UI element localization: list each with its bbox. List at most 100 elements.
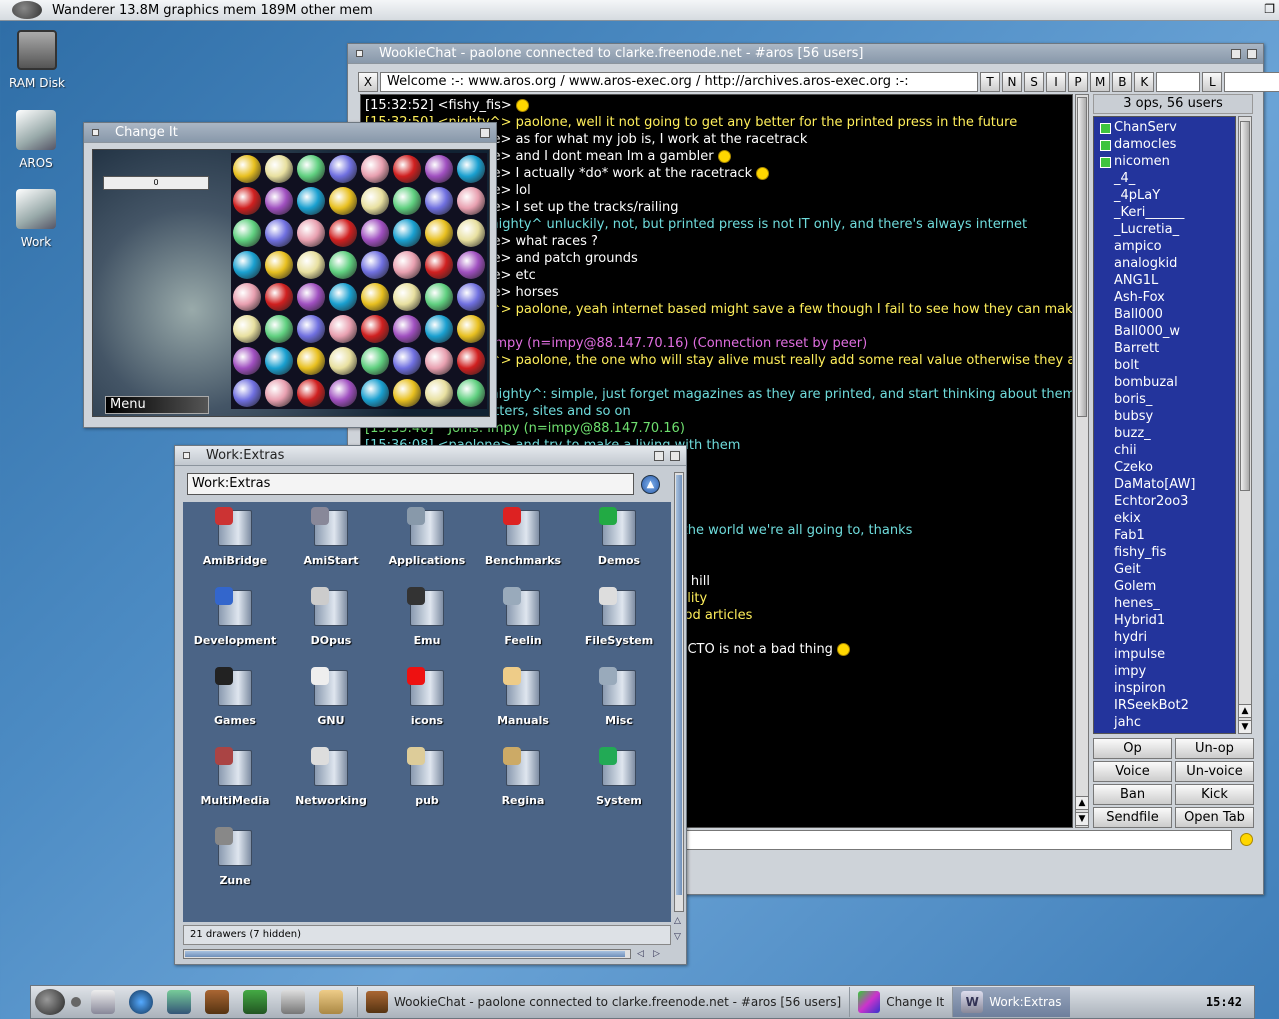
gem[interactable]	[393, 187, 421, 215]
gem[interactable]	[457, 347, 485, 375]
gem[interactable]	[265, 379, 293, 407]
gem[interactable]	[393, 251, 421, 279]
gem[interactable]	[425, 251, 453, 279]
gem[interactable]	[457, 379, 485, 407]
gem[interactable]	[361, 315, 389, 343]
gem[interactable]	[425, 283, 453, 311]
drawer-emu[interactable]: Emu	[379, 587, 475, 670]
user-list-item[interactable]: jahc	[1094, 714, 1235, 731]
gem[interactable]	[265, 155, 293, 183]
drawer-applications[interactable]: Applications	[379, 507, 475, 590]
message-input[interactable]	[683, 830, 1232, 850]
gem[interactable]	[361, 283, 389, 311]
drawer-amistart[interactable]: AmiStart	[283, 507, 379, 590]
op-button[interactable]: Op	[1093, 738, 1172, 759]
drawer-icons[interactable]: icons	[379, 667, 475, 750]
user-list-item[interactable]: _Keri______	[1094, 204, 1235, 221]
task-wookiechat[interactable]: WookieChat - paolone connected to clarke…	[357, 987, 849, 1017]
user-list-item[interactable]: impy	[1094, 663, 1235, 680]
scroll-right-arrow-icon[interactable]: ▷	[653, 949, 660, 959]
drawer-benchmarks[interactable]: Benchmarks	[475, 507, 571, 590]
sendfile-button[interactable]: Sendfile	[1093, 807, 1172, 828]
mode-button-s[interactable]: S	[1024, 72, 1044, 92]
gem[interactable]	[329, 251, 357, 279]
gem[interactable]	[233, 155, 261, 183]
user-list-item[interactable]: chii	[1094, 442, 1235, 459]
wookiechat-title-bar[interactable]: WookieChat - paolone connected to clarke…	[348, 44, 1263, 64]
gem[interactable]	[329, 187, 357, 215]
gem[interactable]	[329, 219, 357, 247]
close-icon[interactable]	[356, 50, 363, 57]
gem[interactable]	[297, 283, 325, 311]
drawer-development[interactable]: Development	[187, 587, 283, 670]
gem[interactable]	[457, 283, 485, 311]
gem[interactable]	[233, 315, 261, 343]
printer-icon[interactable]	[91, 990, 115, 1014]
drawer-demos[interactable]: Demos	[571, 507, 667, 590]
gem[interactable]	[457, 155, 485, 183]
desktop-icon-work[interactable]: Work	[1, 189, 71, 249]
mode-button-k[interactable]: K	[1134, 72, 1155, 92]
user-list-scrollbar[interactable]	[1238, 116, 1252, 734]
drawer-games[interactable]: Games	[187, 667, 283, 750]
mode-button-p[interactable]: P	[1068, 72, 1088, 92]
drawer-feelin[interactable]: Feelin	[475, 587, 571, 670]
chat-scrollbar[interactable]	[1075, 94, 1089, 828]
scrollbar-thumb[interactable]	[1240, 121, 1250, 491]
user-list-item[interactable]: ANG1L	[1094, 272, 1235, 289]
gem[interactable]	[361, 347, 389, 375]
user-list-item[interactable]: _4pLaY	[1094, 187, 1235, 204]
game-menu-button[interactable]: Menu	[105, 396, 209, 414]
user-list-item[interactable]: Ball000_w	[1094, 323, 1235, 340]
user-list-item[interactable]: Echtor2oo3	[1094, 493, 1235, 510]
drawer-gnu[interactable]: GNU	[283, 667, 379, 750]
gem[interactable]	[265, 283, 293, 311]
user-list-item[interactable]: analogkid	[1094, 255, 1235, 272]
desktop-icon-ram-disk[interactable]: RAM Disk	[2, 30, 72, 90]
gem[interactable]	[361, 155, 389, 183]
depth-icon[interactable]	[670, 450, 680, 461]
gem[interactable]	[233, 219, 261, 247]
ban-button[interactable]: Ban	[1093, 784, 1172, 805]
scroll-up-arrow-icon[interactable]: ▲	[1238, 704, 1252, 718]
user-list-item[interactable]: IRSeekBot2	[1094, 697, 1235, 714]
gem[interactable]	[265, 187, 293, 215]
user-list-item[interactable]: hydri	[1094, 629, 1235, 646]
scroll-down-arrow-icon[interactable]: ▼	[1238, 720, 1252, 734]
limit-button[interactable]: L	[1202, 72, 1223, 92]
smiley-icon[interactable]	[1240, 833, 1253, 846]
book-icon[interactable]	[243, 990, 267, 1014]
scroll-left-arrow-icon[interactable]: ◁	[637, 949, 644, 959]
voice-button[interactable]: Voice	[1093, 761, 1172, 782]
user-list-item[interactable]: Barrett	[1094, 340, 1235, 357]
close-icon[interactable]	[92, 129, 99, 136]
drawer-multimedia[interactable]: MultiMedia	[187, 747, 283, 830]
gem[interactable]	[297, 315, 325, 343]
topic-field[interactable]: Welcome :-: www.aros.org / www.aros-exec…	[380, 72, 978, 92]
mode-button-m[interactable]: M	[1090, 72, 1111, 92]
gem[interactable]	[329, 347, 357, 375]
gem[interactable]	[329, 283, 357, 311]
user-list-item[interactable]: ekix	[1094, 510, 1235, 527]
scroll-up-arrow-icon[interactable]: ▲	[1075, 796, 1089, 810]
work-extras-title-bar[interactable]: Work:Extras	[175, 446, 686, 466]
vertical-scrollbar[interactable]	[674, 472, 684, 912]
depth-icon[interactable]	[1247, 48, 1257, 59]
gem[interactable]	[425, 187, 453, 215]
gem[interactable]	[233, 379, 261, 407]
gem[interactable]	[265, 315, 293, 343]
gem[interactable]	[297, 347, 325, 375]
user-list-item[interactable]: impulse	[1094, 646, 1235, 663]
user-list-item[interactable]: bubsy	[1094, 408, 1235, 425]
user-list-item[interactable]: Fab1	[1094, 527, 1235, 544]
gem[interactable]	[361, 187, 389, 215]
mode-button-b[interactable]: B	[1112, 72, 1133, 92]
user-list-item[interactable]: Geit	[1094, 561, 1235, 578]
gem[interactable]	[329, 155, 357, 183]
user-list-item[interactable]: damocles	[1094, 136, 1235, 153]
scroll-up-arrow-icon[interactable]: △	[674, 916, 681, 926]
aros-menu-icon[interactable]	[35, 989, 65, 1015]
user-list-item[interactable]: Ball000	[1094, 306, 1235, 323]
user-list-item[interactable]: ChanServ	[1094, 119, 1235, 136]
limit-field[interactable]	[1156, 72, 1201, 92]
